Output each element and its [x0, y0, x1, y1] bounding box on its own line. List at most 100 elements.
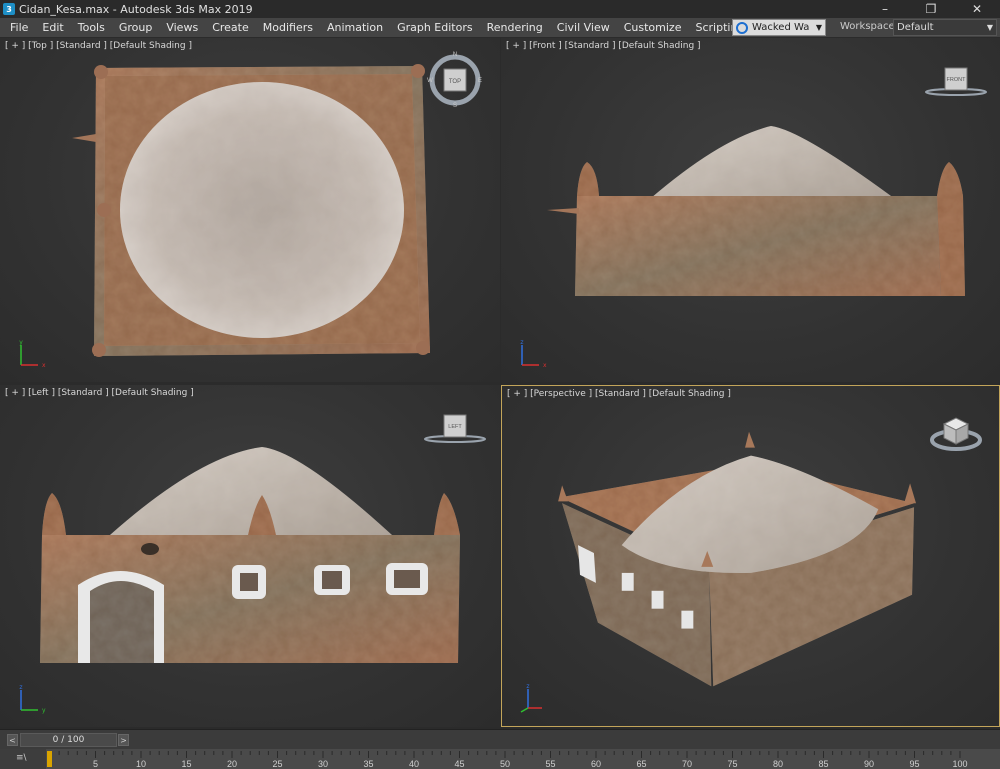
viewcube-icon[interactable]: FRONT: [923, 64, 989, 100]
svg-text:z: z: [19, 685, 22, 691]
track-bar-ruler: 5 10 15 20 25 30 35 40 45 50 55 60 65 70 75 80 85 90 95 100: [49, 751, 968, 769]
menu-civil-view[interactable]: Civil View: [550, 21, 617, 34]
front-wall: [575, 196, 941, 296]
axis-tripod-icon: z y: [19, 685, 46, 714]
viewcube-icon[interactable]: LEFT: [422, 411, 488, 447]
svg-text:W: W: [427, 78, 433, 84]
viewcube-label: LEFT: [448, 424, 462, 430]
corner-spire: [434, 493, 460, 535]
time-slider: < 0 / 100 >: [0, 729, 1000, 749]
title-bar: 3 Cidan_Kesa.max - Autodesk 3ds Max 2019…: [0, 0, 1000, 18]
dome-roof: [110, 447, 392, 535]
menu-bar: File Edit Tools Group Views Create Modif…: [0, 18, 1000, 38]
viewport-label[interactable]: [ + ] [Front ] [Standard ] [Default Shad…: [506, 41, 701, 51]
window-controls: – ❐ ✕: [862, 0, 1000, 18]
menu-customize[interactable]: Customize: [617, 21, 689, 34]
workspaces-select[interactable]: Default ▼: [893, 19, 997, 36]
tick-label: 45: [454, 759, 464, 769]
menu-rendering[interactable]: Rendering: [480, 21, 550, 34]
axis-tripod-icon: z: [520, 684, 542, 713]
tick-label: 90: [864, 759, 874, 769]
menu-views[interactable]: Views: [159, 21, 205, 34]
tick-label: 50: [500, 759, 510, 769]
menu-group[interactable]: Group: [112, 21, 160, 34]
corner-spire: [558, 485, 569, 502]
svg-text:y: y: [42, 707, 46, 714]
tick-label: 35: [363, 759, 373, 769]
tick-label: 55: [545, 759, 555, 769]
tick-label: 80: [773, 759, 783, 769]
menu-animation[interactable]: Animation: [320, 21, 390, 34]
roof-beam: [547, 208, 579, 214]
previous-frame-button[interactable]: <: [7, 734, 18, 746]
svg-text:y: y: [19, 340, 23, 346]
tick-label: 70: [682, 759, 692, 769]
restore-button[interactable]: ❐: [908, 0, 954, 18]
viewport-front[interactable]: [ + ] [Front ] [Standard ] [Default Shad…: [501, 38, 1000, 382]
user-name: Wacked Wa: [752, 22, 810, 33]
tick-label: 25: [272, 759, 282, 769]
time-slider-thumb[interactable]: 0 / 100: [20, 733, 117, 747]
viewport-label[interactable]: [ + ] [Perspective ] [Standard ] [Defaul…: [507, 389, 731, 399]
svg-text:z: z: [520, 340, 523, 346]
viewcube-icon[interactable]: [926, 408, 986, 458]
perspective-view-scene: [558, 431, 917, 687]
chevron-down-icon: ▼: [986, 23, 993, 32]
menu-create[interactable]: Create: [205, 21, 256, 34]
minimize-button[interactable]: –: [862, 0, 908, 18]
svg-text:x: x: [42, 362, 46, 369]
tick-label: 60: [591, 759, 601, 769]
current-frame-marker[interactable]: [47, 751, 52, 767]
viewcube-label: FRONT: [947, 77, 967, 83]
corner-spire: [42, 493, 66, 535]
tick-label: 30: [318, 759, 328, 769]
viewport-left[interactable]: [ + ] [Left ] [Standard ] [Default Shadi…: [0, 385, 500, 727]
svg-text:z: z: [526, 684, 529, 690]
track-bar[interactable]: 5 10 15 20 25 30 35 40 45 50 55 60 65 70 75 80 85 90 95 100…: [0, 749, 1000, 769]
corner-spire: [577, 162, 599, 196]
dome-roof: [120, 82, 404, 338]
tick-label: 95: [909, 759, 919, 769]
curve-editor-toggle[interactable]: ≡\: [0, 749, 46, 769]
chevron-down-icon: ▼: [815, 23, 822, 32]
tick-label: 65: [636, 759, 646, 769]
viewport-label[interactable]: [ + ] [Left ] [Standard ] [Default Shadi…: [5, 388, 194, 398]
menu-file[interactable]: File: [0, 21, 35, 34]
tick-label: 40: [409, 759, 419, 769]
corner-spire: [745, 431, 755, 448]
next-frame-button[interactable]: >: [118, 734, 129, 746]
window-title: Cidan_Kesa.max - Autodesk 3ds Max 2019: [19, 2, 253, 16]
tick-label: 20: [227, 759, 237, 769]
window-frame: [681, 610, 694, 629]
3ds-max-icon[interactable]: 3: [3, 3, 15, 15]
tick-label: 5: [93, 759, 98, 769]
corner-spire: [904, 483, 917, 504]
viewcube-label: TOP: [449, 79, 461, 85]
viewport-label[interactable]: [ + ] [Top ] [Standard ] [Default Shadin…: [5, 41, 192, 51]
menu-edit[interactable]: Edit: [35, 21, 70, 34]
menu-modifiers[interactable]: Modifiers: [256, 21, 320, 34]
workspaces-value: Default: [897, 22, 934, 33]
dome-roof: [651, 126, 891, 198]
svg-text:x: x: [543, 362, 547, 369]
user-icon: [736, 21, 748, 34]
menu-tools[interactable]: Tools: [71, 21, 112, 34]
close-button[interactable]: ✕: [954, 0, 1000, 18]
tick-label: 10: [136, 759, 146, 769]
tick-label: 100: [952, 759, 967, 769]
roof-beam: [72, 134, 96, 142]
viewport-top[interactable]: [ + ] [Top ] [Standard ] [Default Shadin…: [0, 38, 500, 382]
svg-text:E: E: [478, 78, 482, 84]
tick-label: 75: [727, 759, 737, 769]
menu-graph-editors[interactable]: Graph Editors: [390, 21, 480, 34]
axis-tripod-icon: z x: [520, 340, 547, 369]
axis-tripod-icon: y x: [19, 340, 46, 369]
window-frame: [651, 590, 664, 609]
viewport-perspective[interactable]: [ + ] [Perspective ] [Standard ] [Defaul…: [501, 385, 1000, 727]
user-account-dropdown[interactable]: Wacked Wa ▼: [732, 19, 826, 36]
top-view-scene: [72, 64, 430, 357]
svg-text:N: N: [453, 52, 457, 58]
viewcube-icon[interactable]: TOP N W E S: [426, 50, 484, 108]
vent-hole: [141, 543, 159, 555]
doorway: [90, 581, 154, 663]
